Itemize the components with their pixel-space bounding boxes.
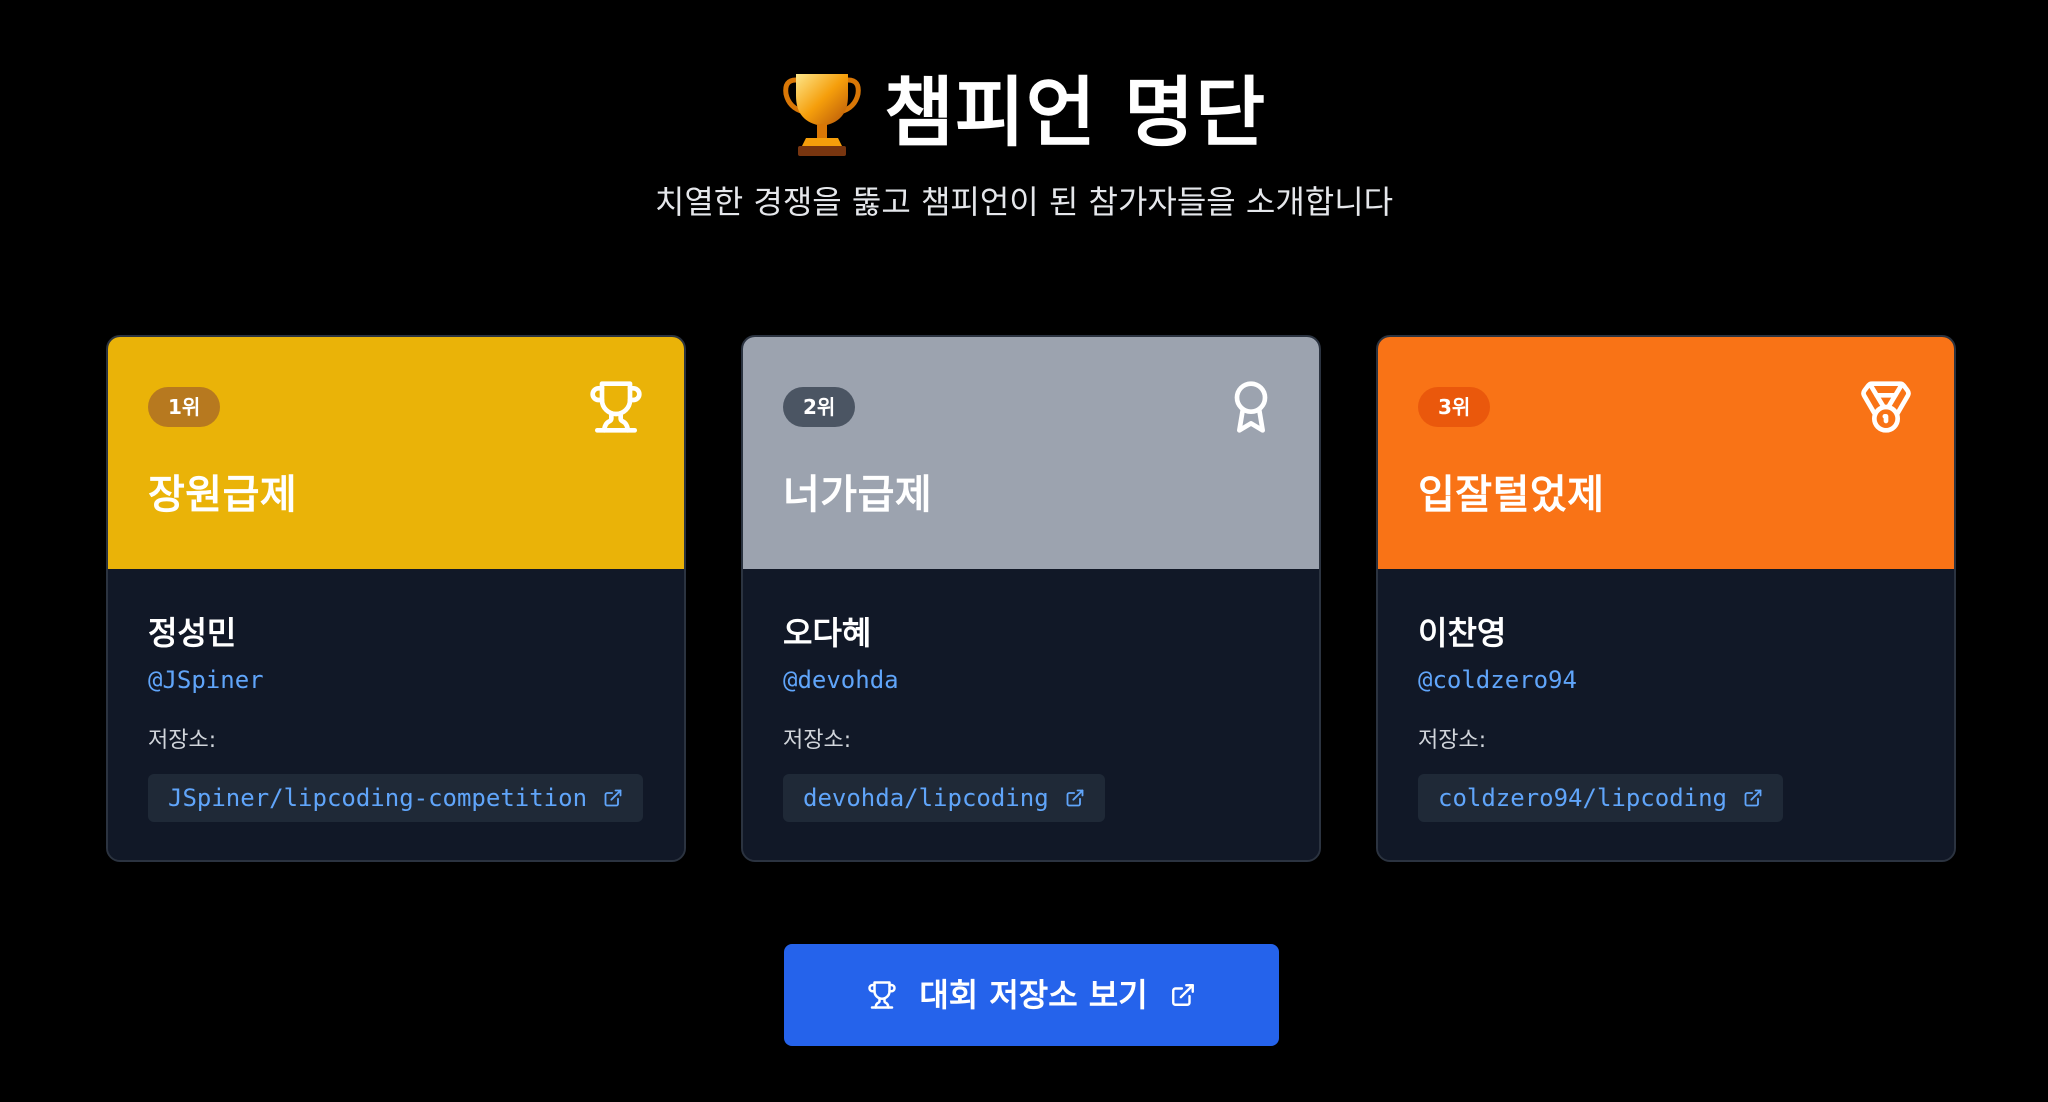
member-handle: @coldzero94 bbox=[1418, 666, 1577, 694]
repo-label: 저장소: bbox=[783, 728, 852, 753]
repo-label: 저장소: bbox=[1418, 728, 1487, 753]
page-title-text: 챔피언 명단 bbox=[883, 68, 1267, 157]
view-competition-repo-button[interactable]: 대회 저장소 보기 bbox=[784, 944, 1279, 1046]
page-subtitle: 치열한 경쟁을 뚫고 챔피언이 된 참가자들을 소개합니다 bbox=[654, 183, 1394, 221]
member-name: 이찬영 bbox=[1418, 614, 1507, 652]
champion-card-2: 2위 너가급제 오다혜 @devohda 저장소: devohda/lipcod… bbox=[741, 335, 1321, 862]
trophy-icon bbox=[868, 981, 896, 1009]
member-name: 정성민 bbox=[148, 614, 237, 652]
champion-card-3: 3위 입잘털었제 이찬영 @coldzero94 저장소: coldzero94… bbox=[1376, 335, 1956, 862]
team-name: 장원급제 bbox=[148, 472, 298, 518]
champion-card-1: 1위 장원급제 정성민 @JSpiner 저장소: JSpiner/lipcod… bbox=[106, 335, 686, 862]
team-name: 입잘털었제 bbox=[1418, 472, 1605, 518]
repo-link-text: devohda/lipcoding bbox=[803, 784, 1049, 812]
trophy-emoji-icon bbox=[783, 74, 861, 156]
view-competition-repo-label: 대회 저장소 보기 bbox=[919, 976, 1148, 1014]
rank-badge: 1위 bbox=[148, 387, 221, 427]
champion-card-header: 3위 입잘털었제 bbox=[1378, 337, 1954, 569]
trophy-icon bbox=[590, 381, 642, 433]
rank-badge: 2위 bbox=[783, 387, 856, 427]
repo-link[interactable]: devohda/lipcoding bbox=[783, 774, 1105, 822]
repo-link-text: coldzero94/lipcoding bbox=[1438, 784, 1727, 812]
champion-card-header: 2위 너가급제 bbox=[743, 337, 1319, 569]
champion-card-body: 정성민 @JSpiner 저장소: JSpiner/lipcoding-comp… bbox=[108, 569, 684, 860]
repo-label: 저장소: bbox=[148, 728, 217, 753]
external-link-icon bbox=[604, 789, 622, 807]
repo-link[interactable]: JSpiner/lipcoding-competition bbox=[148, 774, 644, 822]
member-name: 오다혜 bbox=[783, 614, 872, 652]
rank-badge: 3위 bbox=[1418, 387, 1491, 427]
champion-card-body: 오다혜 @devohda 저장소: devohda/lipcoding bbox=[743, 569, 1319, 860]
repo-link-text: JSpiner/lipcoding-competition bbox=[168, 784, 588, 812]
champion-card-header: 1위 장원급제 bbox=[108, 337, 684, 569]
page-title: 챔피언 명단 bbox=[0, 58, 2048, 168]
external-link-icon bbox=[1744, 789, 1762, 807]
repo-link[interactable]: coldzero94/lipcoding bbox=[1418, 774, 1783, 822]
medal-icon bbox=[1861, 381, 1911, 433]
team-name: 너가급제 bbox=[783, 472, 933, 518]
member-handle: @devohda bbox=[783, 666, 899, 694]
external-link-icon bbox=[1171, 984, 1194, 1006]
member-handle: @JSpiner bbox=[148, 666, 264, 694]
external-link-icon bbox=[1066, 789, 1084, 807]
champion-card-body: 이찬영 @coldzero94 저장소: coldzero94/lipcodin… bbox=[1378, 569, 1954, 860]
award-icon bbox=[1234, 381, 1268, 433]
